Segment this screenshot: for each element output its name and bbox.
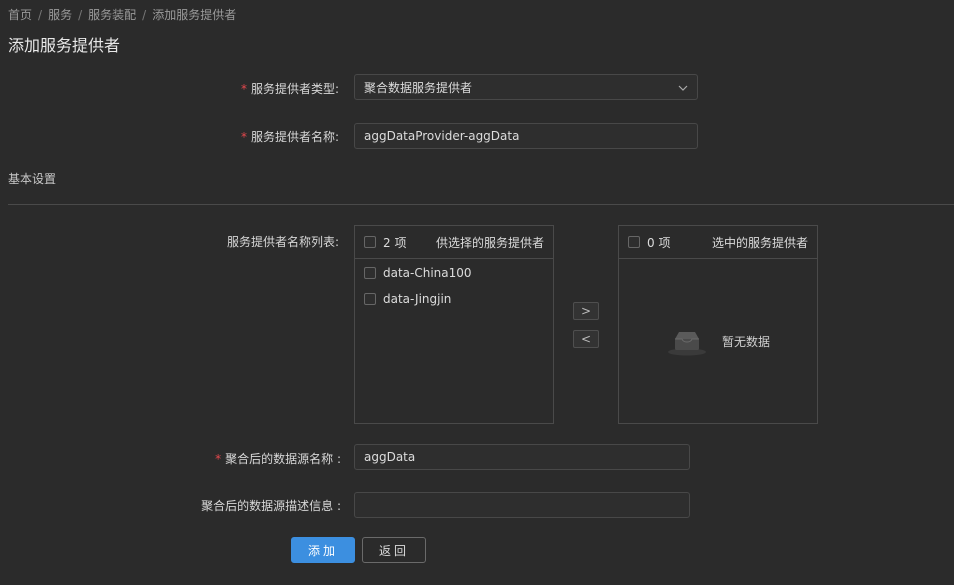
agg-desc-label: 聚合后的数据源描述信息 : bbox=[201, 499, 341, 513]
empty-state: 暂无数据 bbox=[619, 259, 817, 424]
provider-type-label: * 服务提供者类型: bbox=[241, 80, 339, 97]
provider-type-label-text: 服务提供者类型: bbox=[250, 82, 339, 96]
source-panel-title: 供选择的服务提供者 bbox=[435, 235, 544, 250]
item-label: data-China100 bbox=[383, 266, 472, 280]
empty-inbox-icon bbox=[666, 327, 708, 357]
item-checkbox[interactable] bbox=[364, 293, 376, 305]
source-count: 2 项 bbox=[383, 235, 407, 250]
source-list: data-China100 data-Jingjin bbox=[355, 259, 553, 312]
breadcrumb-current: 添加服务提供者 bbox=[152, 8, 237, 22]
breadcrumb-service-assembly[interactable]: 服务装配 bbox=[88, 8, 136, 22]
breadcrumb-separator: / bbox=[38, 8, 43, 22]
agg-name-label-text: 聚合后的数据源名称 : bbox=[225, 452, 341, 466]
provider-type-select[interactable]: 聚合数据服务提供者 bbox=[354, 74, 698, 100]
chevron-down-icon bbox=[678, 81, 688, 94]
list-item[interactable]: data-China100 bbox=[355, 260, 553, 286]
target-count: 0 项 bbox=[647, 235, 671, 250]
chevron-left-icon: < bbox=[580, 332, 592, 346]
item-label: data-Jingjin bbox=[383, 292, 452, 306]
add-button[interactable]: 添加 bbox=[291, 537, 355, 563]
source-panel-header: 2 项 供选择的服务提供者 bbox=[355, 226, 553, 259]
breadcrumb-home[interactable]: 首页 bbox=[8, 8, 32, 22]
move-right-button[interactable]: > bbox=[573, 302, 599, 320]
breadcrumb: 首页 / 服务 / 服务装配 / 添加服务提供者 bbox=[8, 6, 236, 23]
breadcrumb-service[interactable]: 服务 bbox=[48, 8, 72, 22]
list-item[interactable]: data-Jingjin bbox=[355, 286, 553, 312]
required-mark: * bbox=[215, 452, 222, 466]
breadcrumb-separator: / bbox=[142, 8, 147, 22]
provider-name-label: * 服务提供者名称: bbox=[241, 128, 339, 145]
agg-name-input[interactable]: aggData bbox=[354, 444, 690, 470]
agg-desc-input[interactable] bbox=[354, 492, 690, 518]
source-transfer-panel: 2 项 供选择的服务提供者 data-China100 data-Jingjin bbox=[354, 225, 554, 424]
chevron-right-icon: > bbox=[580, 304, 592, 318]
target-select-all-checkbox[interactable] bbox=[628, 236, 640, 248]
target-panel-title: 选中的服务提供者 bbox=[711, 235, 808, 250]
provider-list-label: 服务提供者名称列表: bbox=[226, 235, 339, 249]
provider-name-value: aggDataProvider-aggData bbox=[364, 129, 520, 143]
agg-name-value: aggData bbox=[364, 450, 416, 464]
source-select-all-checkbox[interactable] bbox=[364, 236, 376, 248]
target-panel-header: 0 项 选中的服务提供者 bbox=[619, 226, 817, 259]
breadcrumb-separator: / bbox=[78, 8, 83, 22]
provider-type-value: 聚合数据服务提供者 bbox=[364, 80, 473, 95]
section-divider bbox=[8, 204, 954, 205]
required-mark: * bbox=[240, 82, 247, 96]
page-title: 添加服务提供者 bbox=[8, 36, 121, 55]
empty-text: 暂无数据 bbox=[721, 335, 770, 349]
provider-name-label-text: 服务提供者名称: bbox=[250, 130, 339, 144]
move-left-button[interactable]: < bbox=[573, 330, 599, 348]
agg-name-label: * 聚合后的数据源名称 : bbox=[215, 450, 341, 467]
section-basic-settings: 基本设置 bbox=[8, 172, 57, 186]
item-checkbox[interactable] bbox=[364, 267, 376, 279]
provider-name-input[interactable]: aggDataProvider-aggData bbox=[354, 123, 698, 149]
back-button[interactable]: 返回 bbox=[362, 537, 426, 563]
target-transfer-panel: 0 项 选中的服务提供者 暂无数据 bbox=[618, 225, 818, 424]
required-mark: * bbox=[240, 130, 247, 144]
